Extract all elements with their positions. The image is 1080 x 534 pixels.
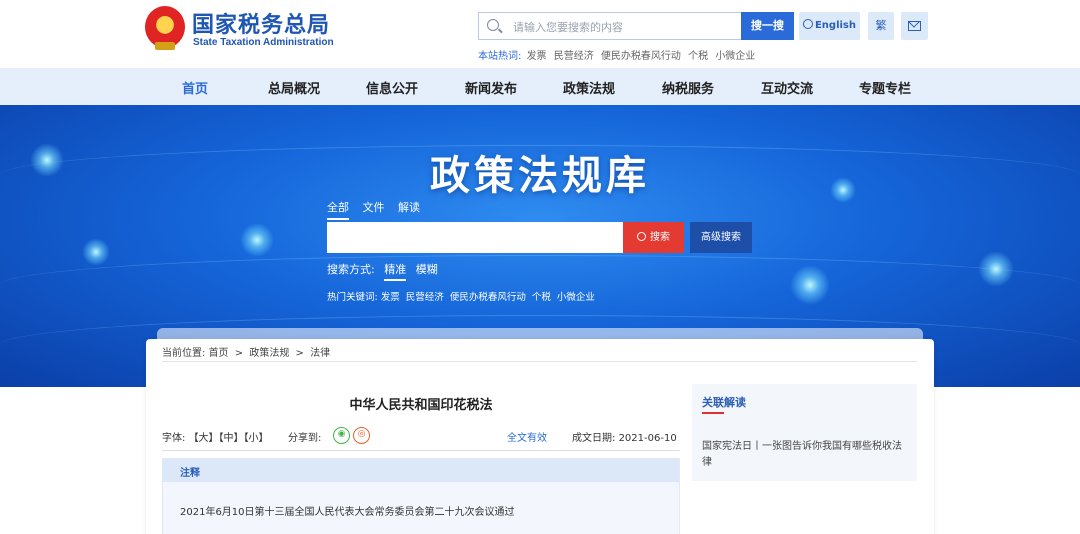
advanced-search-button[interactable]: 高级搜索 (690, 222, 752, 253)
site-header: 国家税务总局 State Taxation Administration 请输入… (0, 0, 1080, 68)
scope-tab-all[interactable]: 全部 (327, 199, 349, 220)
mode-exact[interactable]: 精准 (384, 261, 407, 281)
search-icon (487, 19, 499, 31)
main-nav: 首页 总局概况 信息公开 新闻发布 政策法规 纳税服务 互动交流 专题专栏 (0, 68, 1080, 105)
light-dot (82, 238, 110, 266)
hot-word-link[interactable]: 小微企业 (715, 51, 755, 62)
mail-icon (908, 21, 921, 31)
related-link[interactable]: 国家宪法日丨一张图告诉你我国有哪些税收法律 (702, 439, 910, 471)
nav-item-interaction[interactable]: 互动交流 (761, 78, 813, 97)
policy-search-button[interactable]: 搜索 (623, 222, 684, 253)
document-date: 成文日期: 2021-06-10 (572, 429, 677, 444)
nav-item-policy[interactable]: 政策法规 (563, 78, 615, 97)
font-size-small[interactable]: 【小】 (244, 433, 269, 444)
nav-item-home[interactable]: 首页 (182, 78, 208, 97)
font-size-label: 字体: (162, 433, 186, 444)
breadcrumb-label: 当前位置: (162, 348, 206, 359)
nav-item-disclosure[interactable]: 信息公开 (366, 78, 418, 97)
hot-keyword-link[interactable]: 发票 (381, 292, 400, 303)
logo-title[interactable]: 国家税务总局 (192, 7, 330, 39)
divider (162, 450, 680, 451)
hot-keyword-link[interactable]: 民营经济 (406, 292, 444, 303)
share-label: 分享到: (288, 433, 322, 444)
search-icon (637, 232, 646, 241)
site-search-button[interactable]: 搜一搜 (741, 12, 794, 40)
breadcrumb-separator: > (295, 348, 304, 359)
search-placeholder: 请输入您要搜索的内容 (513, 21, 623, 34)
hot-keywords-label: 热门关键词: (327, 292, 378, 303)
search-scope-tabs: 全部 文件 解读 (327, 199, 430, 220)
font-size-large[interactable]: 【大】 (189, 433, 219, 444)
breadcrumb-law[interactable]: 法律 (310, 348, 330, 359)
banner-wave (0, 255, 1080, 315)
font-size-controls: 字体: 【大】【中】【小】 (162, 429, 269, 444)
site-search-input[interactable]: 请输入您要搜索的内容 (478, 12, 742, 40)
hot-keywords: 热门关键词: 发票 民营经济 便民办税春风行动 个税 小微企业 (327, 289, 598, 303)
hot-keyword-link[interactable]: 小微企业 (557, 292, 595, 303)
annotation-header: 注释 (163, 459, 679, 482)
hot-word-link[interactable]: 个税 (688, 51, 708, 62)
hot-word-link[interactable]: 便民办税春风行动 (601, 51, 681, 62)
date-label: 成文日期: (572, 433, 616, 444)
search-mode: 搜索方式: 精准 模糊 (327, 261, 438, 281)
annotation-text: 2021年6月10日第十三届全国人民代表大会常务委员会第二十九次会议通过 (180, 507, 515, 518)
scope-tab-documents[interactable]: 文件 (363, 199, 385, 218)
validity-status: 全文有效 (507, 433, 547, 444)
light-dot (790, 265, 830, 305)
document-title: 中华人民共和国印花税法 (349, 398, 493, 413)
scope-tab-interpretations[interactable]: 解读 (398, 199, 420, 218)
annotation-title: 注释 (180, 468, 200, 479)
related-interpretation-panel: 关联解读 国家宪法日丨一张图告诉你我国有哪些税收法律 (692, 384, 917, 481)
document-meta: 字体: 【大】【中】【小】 分享到: ◉ ◎ 全文有效 成文日期: 2021-0… (162, 427, 680, 445)
english-button[interactable]: English (799, 12, 860, 40)
policy-search-label: 搜索 (650, 232, 670, 243)
hot-words-label: 本站热词: (478, 51, 522, 62)
breadcrumb: 当前位置: 首页 > 政策法规 > 法律 (162, 344, 330, 359)
related-title: 关联解读 (702, 396, 746, 409)
light-dot (978, 251, 1014, 287)
nav-item-overview[interactable]: 总局概况 (268, 78, 320, 97)
globe-icon (802, 19, 813, 29)
national-emblem-icon[interactable] (145, 6, 185, 50)
annotation-box: 注释 2021年6月10日第十三届全国人民代表大会常务委员会第二十九次会议通过 (162, 458, 680, 534)
breadcrumb-home[interactable]: 首页 (209, 348, 229, 359)
font-size-medium[interactable]: 【中】 (219, 433, 244, 444)
policy-search-input[interactable] (327, 222, 623, 253)
date-value: 2021-06-10 (618, 433, 677, 444)
hot-keyword-link[interactable]: 个税 (532, 292, 551, 303)
hot-words: 本站热词: 发票 民营经济 便民办税春风行动 个税 小微企业 (478, 47, 759, 62)
divider (162, 361, 917, 362)
wechat-share-icon[interactable]: ◉ (333, 427, 350, 444)
banner-title: 政策法规库 (430, 153, 650, 199)
breadcrumb-policy[interactable]: 政策法规 (249, 348, 289, 359)
hot-word-link[interactable]: 发票 (527, 51, 547, 62)
nav-item-news[interactable]: 新闻发布 (465, 78, 517, 97)
hot-word-link[interactable]: 民营经济 (554, 51, 594, 62)
search-mode-label: 搜索方式: (327, 263, 375, 276)
mode-fuzzy[interactable]: 模糊 (416, 261, 438, 279)
mail-button[interactable] (901, 12, 928, 40)
traditional-chinese-button[interactable]: 繁 (868, 12, 894, 40)
breadcrumb-separator: > (234, 348, 244, 359)
light-dot (240, 223, 274, 257)
logo-subtitle[interactable]: State Taxation Administration (193, 37, 334, 48)
title-underline (702, 412, 724, 414)
english-label: English (814, 20, 857, 31)
hot-keyword-link[interactable]: 便民办税春风行动 (450, 292, 526, 303)
content-card: 当前位置: 首页 > 政策法规 > 法律 中华人民共和国印花税法 字体: 【大】… (146, 339, 934, 534)
nav-item-special[interactable]: 专题专栏 (859, 78, 911, 97)
weibo-share-icon[interactable]: ◎ (353, 427, 370, 444)
nav-item-tax-service[interactable]: 纳税服务 (662, 78, 714, 97)
